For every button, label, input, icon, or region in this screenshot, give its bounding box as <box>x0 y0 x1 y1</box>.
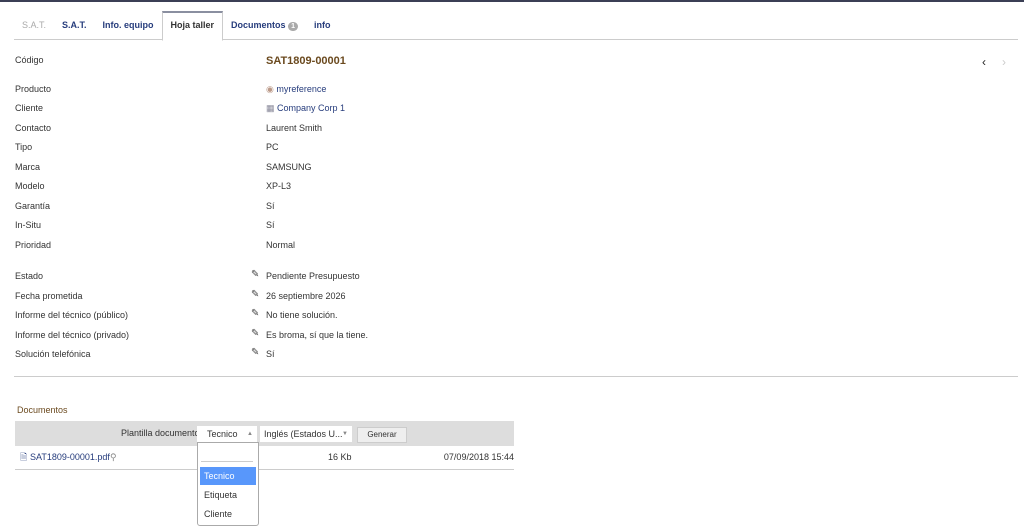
field-label: Tipo <box>15 142 33 152</box>
tab-sat-home[interactable]: S.A.T. <box>14 11 54 39</box>
field-label: Producto <box>15 84 52 94</box>
tab-info[interactable]: info <box>306 11 339 39</box>
field-label: Prioridad <box>15 240 52 250</box>
edit-pencil-icon[interactable]: ✎ <box>251 269 259 280</box>
field-label: Estado <box>15 271 44 281</box>
document-link[interactable]: SAT1809-00001.pdf <box>30 446 110 469</box>
tab-hoja-taller[interactable]: Hoja taller <box>161 11 224 41</box>
field-value: Es broma, sí que la tiene. <box>266 330 369 340</box>
dropdown-search-input[interactable] <box>201 448 253 462</box>
field-value: PC <box>266 142 279 152</box>
field-value: Normal <box>266 240 296 250</box>
edit-pencil-icon[interactable]: ✎ <box>251 347 259 358</box>
tab-documentos[interactable]: Documentos 1 <box>223 11 306 39</box>
template-dropdown: Tecnico Etiqueta Cliente <box>197 442 259 526</box>
field-label: Garantía <box>15 201 51 211</box>
field-label: Modelo <box>15 181 45 191</box>
field-label: Informe del técnico (privado) <box>15 330 130 340</box>
count-badge: 1 <box>288 22 298 31</box>
document-row: 🗎 SAT1809-00001.pdf ⚲ 16 Kb 07/09/2018 1… <box>15 446 514 470</box>
pdf-icon: 🗎 <box>20 452 28 462</box>
documents-title: Documentos <box>17 405 68 415</box>
field-label: Contacto <box>15 123 52 133</box>
field-value: XP-L3 <box>266 181 292 191</box>
company-icon: ▦ <box>266 103 275 113</box>
field-label: Cliente <box>15 103 44 113</box>
option-tecnico[interactable]: Tecnico <box>200 467 256 485</box>
chevron-down-icon: ▼ <box>342 431 348 437</box>
product-icon: ◉ <box>266 84 274 94</box>
field-label: Código <box>15 55 44 65</box>
field-label: Solución telefónica <box>15 349 91 359</box>
option-etiqueta[interactable]: Etiqueta <box>200 486 256 504</box>
file-date: 07/09/2018 15:44 <box>443 452 514 462</box>
file-size: 16 Kb <box>328 452 352 462</box>
edit-pencil-icon[interactable]: ✎ <box>251 289 259 300</box>
product-link[interactable]: myreference <box>276 84 326 94</box>
field-value: SAMSUNG <box>266 162 312 172</box>
field-label: Informe del técnico (público) <box>15 310 129 320</box>
preview-zoom-icon[interactable]: ⚲ <box>110 446 117 469</box>
divider <box>14 376 1018 377</box>
template-label: Plantilla documento <box>121 428 200 438</box>
selected-template: Tecnico <box>207 429 238 439</box>
next-arrow-icon: › <box>1002 55 1006 69</box>
tab-info-equipo[interactable]: Info. equipo <box>95 11 162 39</box>
option-cliente[interactable]: Cliente <box>200 505 256 523</box>
generate-button[interactable]: Generar <box>357 427 407 443</box>
language-select[interactable]: Inglés (Estados U... ▼ <box>260 426 352 442</box>
edit-pencil-icon[interactable]: ✎ <box>251 328 259 339</box>
ref-value: SAT1809-00001 <box>266 55 346 67</box>
field-value: Sí <box>266 220 275 230</box>
client-value[interactable]: ▦ Company Corp 1 <box>266 101 345 115</box>
selected-language: Inglés (Estados U... <box>264 429 343 439</box>
client-link[interactable]: Company Corp 1 <box>277 103 345 113</box>
field-label: Fecha prometida <box>15 291 83 301</box>
field-value: Sí <box>266 349 275 359</box>
field-value: Laurent Smith <box>266 123 323 133</box>
product-value[interactable]: ◉ myreference <box>266 82 326 96</box>
edit-pencil-icon[interactable]: ✎ <box>251 308 259 319</box>
field-value: 26 septiembre 2026 <box>266 291 346 301</box>
field-value: No tiene solución. <box>266 310 338 320</box>
field-label: In-Situ <box>15 220 42 230</box>
field-value: Pendiente Presupuesto <box>266 271 360 281</box>
tab-label: Documentos <box>231 20 286 30</box>
tab-sat[interactable]: S.A.T. <box>54 11 95 39</box>
arrow-up-icon: ▲ <box>247 431 253 437</box>
tab-bar: S.A.T. S.A.T. Info. equipo Hoja taller D… <box>14 11 1018 41</box>
field-label: Marca <box>15 162 41 172</box>
prev-arrow-icon[interactable]: ‹ <box>982 55 986 69</box>
field-value: Sí <box>266 201 275 211</box>
top-bar <box>0 0 1024 2</box>
template-select[interactable]: Tecnico ▲ <box>197 426 257 442</box>
